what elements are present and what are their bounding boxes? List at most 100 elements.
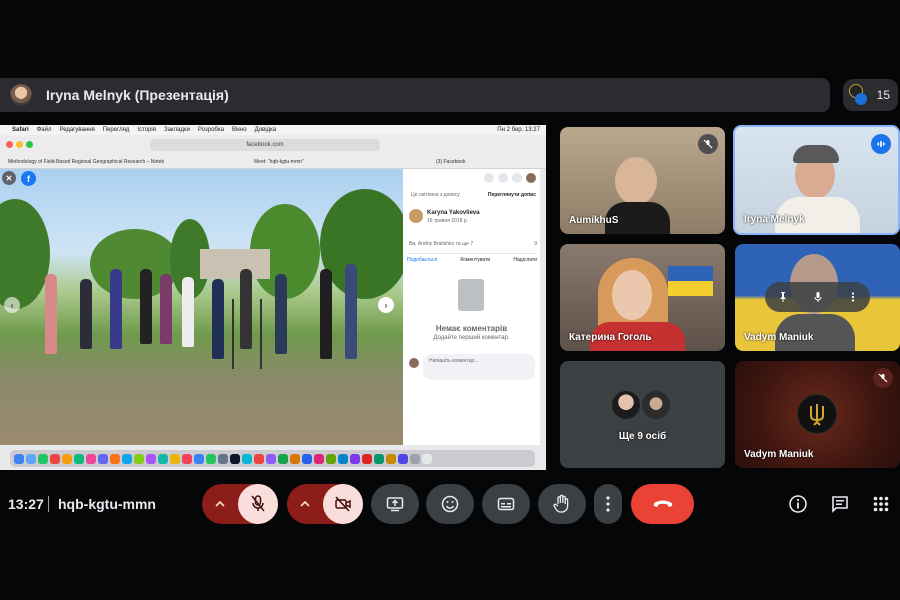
more-options-button[interactable] (594, 484, 622, 524)
participant-tile-speaking[interactable]: Iryna Melnyk (733, 125, 900, 235)
post-actions: Подобається Коментувати Надіслати (407, 253, 537, 263)
participant-name: Iryna Melnyk (744, 214, 805, 225)
meeting-clock: 13:27 (8, 496, 44, 512)
presenter-bar: Iryna Melnyk (Презентація) (0, 78, 830, 112)
menu-item: Довідка (254, 127, 277, 133)
profile-avatar[interactable] (526, 173, 536, 183)
post-date: 16 травня 2018 р. · (427, 218, 472, 224)
menu-item: Safari (12, 127, 29, 133)
emoji-icon (441, 495, 459, 513)
like-button[interactable]: Подобається (407, 257, 437, 263)
next-photo-icon[interactable]: › (378, 297, 394, 313)
menu-item: Перегляд (102, 127, 130, 133)
comment-input[interactable]: Напишіть коментар... (423, 354, 535, 380)
notifications-icon[interactable] (512, 173, 522, 183)
post-author[interactable]: Karyna Yakovlieva (427, 210, 480, 216)
photo-note: Це світлина з допису (411, 192, 460, 198)
close-icon[interactable]: ✕ (2, 171, 16, 185)
participant-name: Катерина Гоголь (569, 332, 652, 343)
mic-control-group (202, 484, 278, 524)
other-participant-avatar (610, 389, 642, 421)
reactions-row: Ви, Andriy Bratishko та ще 7 9 (409, 241, 537, 247)
info-icon (788, 494, 808, 514)
commenter-avatar (409, 358, 419, 368)
reaction-count: 9 (534, 241, 537, 247)
presenter-avatar (10, 84, 32, 106)
facebook-side-panel: Це світлина з допису Переглянути допис K… (403, 169, 540, 445)
no-comments-title: Немає коментарів (435, 324, 508, 333)
present-screen-icon (386, 496, 404, 512)
document-icon (458, 279, 484, 311)
shared-screen: Safari Файл Редагування Перегляд Історія… (0, 125, 546, 470)
participant-avatars (849, 84, 867, 106)
shared-photo: ✕ f › ‹ (0, 169, 403, 445)
participant-name: Vadym Maniuk (744, 449, 814, 460)
reactions-text[interactable]: Ви, Andriy Bratishko та ще 7 (409, 241, 473, 247)
participants-button[interactable]: 15 (843, 79, 898, 111)
presenter-name: Iryna Melnyk (Презентація) (46, 87, 229, 103)
divider (48, 496, 49, 512)
hang-up-icon (652, 499, 674, 509)
participant-name: Vadym Maniuk (744, 332, 814, 343)
tile-hover-controls (765, 282, 870, 312)
activities-grid-icon (873, 496, 889, 512)
trident-avatar (797, 394, 837, 434)
camera-toggle-button[interactable] (323, 484, 363, 524)
mac-menu-bar: Safari Файл Редагування Перегляд Історія… (0, 125, 546, 135)
menu-icon[interactable] (484, 173, 494, 183)
camera-off-icon (334, 496, 352, 512)
camera-control-group (287, 484, 363, 524)
menu-item: Історія (137, 127, 157, 133)
activities-button[interactable] (866, 489, 896, 519)
mic-icon[interactable] (812, 291, 824, 303)
browser-tab: Methodology of Field-Based Regional Geog… (8, 159, 164, 165)
menu-item: Файл (36, 127, 52, 133)
no-comments-hint: Додайте перший коментар. (433, 335, 510, 341)
pin-icon[interactable] (777, 291, 789, 303)
view-post-link[interactable]: Переглянути допис (488, 192, 536, 198)
mic-off-icon (873, 368, 893, 388)
menu-item: Закладки (164, 127, 190, 133)
participant-count: 15 (876, 88, 890, 102)
participant-tile[interactable]: Vadym Maniuk (735, 361, 900, 468)
window-controls (6, 141, 33, 148)
speaking-indicator-icon (871, 134, 891, 154)
mac-dock (10, 450, 535, 467)
author-avatar (409, 209, 423, 223)
meeting-code: hqb-kgtu-mmn (58, 496, 156, 512)
mic-toggle-button[interactable] (238, 484, 278, 524)
others-tile[interactable]: Ще 9 осіб (560, 361, 725, 468)
share-button[interactable]: Надіслати (513, 257, 537, 263)
browser-tab: Meet: "hqb-kgtu-mmn" (254, 159, 304, 165)
present-button[interactable] (371, 484, 419, 524)
browser-toolbar: facebook.com Methodology of Field-Based … (0, 135, 546, 169)
captions-icon (497, 497, 515, 511)
others-count-label: Ще 9 осіб (618, 431, 667, 442)
chevron-up-icon[interactable] (210, 494, 230, 514)
url-bar: facebook.com (150, 139, 380, 151)
raise-hand-icon (553, 494, 571, 514)
more-options-icon[interactable] (847, 291, 859, 303)
participant-name: AumikhuS (569, 215, 619, 226)
mac-clock: Пн 2 бер. 13:27 (497, 127, 540, 133)
browser-tab: (3) Facebook (436, 159, 466, 165)
participant-tile[interactable]: Катерина Гоголь (560, 244, 725, 351)
captions-button[interactable] (482, 484, 530, 524)
chevron-up-icon[interactable] (295, 494, 315, 514)
messenger-icon[interactable] (498, 173, 508, 183)
menu-item: Вікно (231, 127, 247, 133)
chat-icon (830, 494, 850, 514)
prev-photo-icon[interactable]: ‹ (4, 297, 20, 313)
comment-button[interactable]: Коментувати (460, 257, 490, 263)
participant-tile[interactable]: Vadym Maniuk (735, 244, 900, 351)
meeting-details-button[interactable] (783, 489, 813, 519)
chat-button[interactable] (825, 489, 855, 519)
raise-hand-button[interactable] (538, 484, 586, 524)
participant-tile[interactable]: AumikhuS (560, 127, 725, 234)
mic-off-icon (250, 495, 266, 513)
more-options-icon (605, 495, 611, 513)
reactions-button[interactable] (426, 484, 474, 524)
other-participant-avatar (640, 389, 672, 421)
facebook-logo-icon: f (21, 171, 36, 186)
leave-call-button[interactable] (631, 484, 694, 524)
